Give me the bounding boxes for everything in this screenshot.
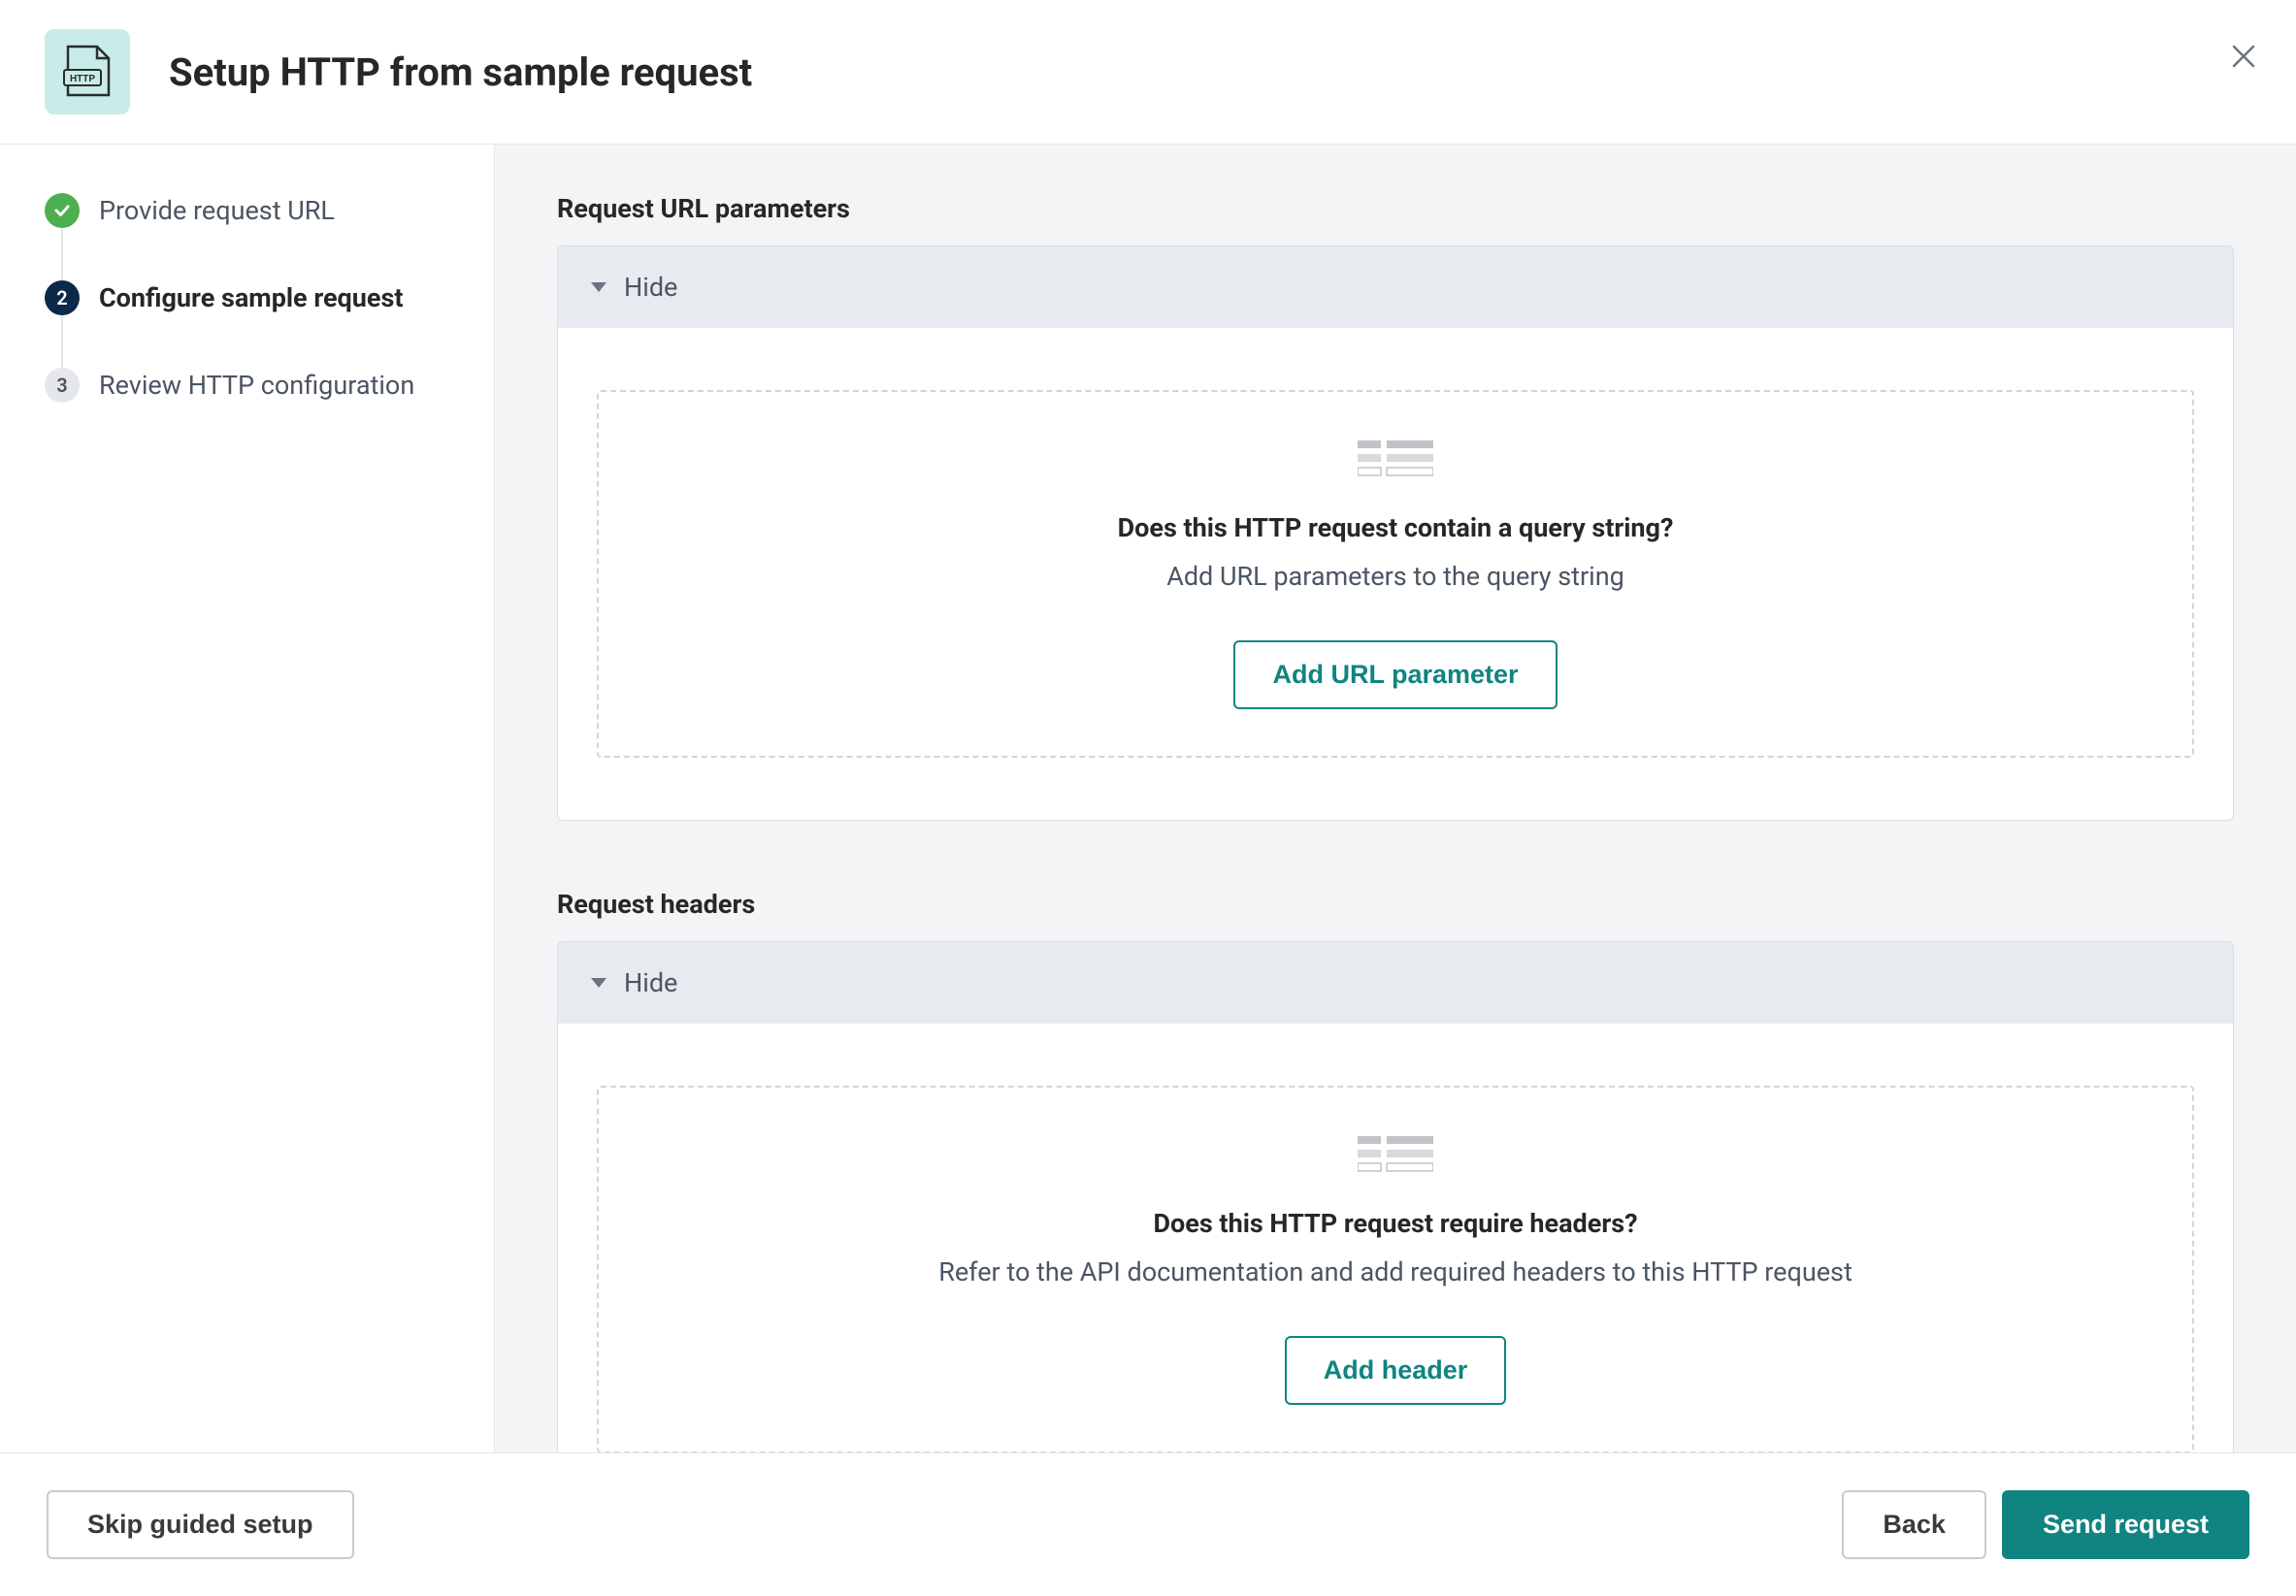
step-badge-active: 2	[45, 280, 80, 315]
step-review-http-configuration[interactable]: 3 Review HTTP configuration	[45, 368, 449, 403]
panel-toggle-label: Hide	[624, 272, 677, 303]
empty-heading: Does this HTTP request require headers?	[1153, 1208, 1637, 1239]
svg-text:HTTP: HTTP	[70, 74, 95, 84]
panel-toggle-label: Hide	[624, 967, 677, 998]
chevron-down-icon	[591, 978, 607, 988]
steps-sidebar: Provide request URL 2 Configure sample r…	[0, 145, 495, 1452]
http-file-svg: HTTP	[62, 45, 113, 99]
empty-heading: Does this HTTP request contain a query s…	[1118, 512, 1674, 543]
footer-right-group: Back Send request	[1842, 1490, 2249, 1559]
dialog-footer: Skip guided setup Back Send request	[0, 1452, 2296, 1596]
chevron-down-icon	[591, 282, 607, 292]
add-url-parameter-button[interactable]: Add URL parameter	[1233, 640, 1557, 709]
close-button[interactable]	[2230, 43, 2257, 70]
add-header-button[interactable]: Add header	[1285, 1336, 1507, 1405]
empty-state-headers: Does this HTTP request require headers? …	[597, 1086, 2194, 1452]
check-icon	[52, 201, 72, 220]
rows-icon	[1358, 1136, 1433, 1179]
close-icon	[2230, 43, 2257, 70]
panel-url-params: Hide Does this HTTP request contain a qu…	[557, 245, 2234, 821]
dialog-header: HTTP Setup HTTP from sample request	[0, 0, 2296, 145]
rows-icon	[1358, 440, 1433, 483]
dialog-body: Provide request URL 2 Configure sample r…	[0, 145, 2296, 1452]
empty-state-url-params: Does this HTTP request contain a query s…	[597, 390, 2194, 758]
http-file-icon: HTTP	[45, 29, 130, 114]
step-label: Provide request URL	[99, 195, 335, 226]
dialog-title: Setup HTTP from sample request	[169, 49, 752, 95]
panel-toggle-url-params[interactable]: Hide	[558, 246, 2233, 328]
step-badge-done	[45, 193, 80, 228]
panel-body-url-params: Does this HTTP request contain a query s…	[558, 328, 2233, 820]
step-connector	[61, 315, 63, 368]
step-provide-request-url[interactable]: Provide request URL	[45, 193, 449, 228]
section-title-url-params: Request URL parameters	[557, 193, 2234, 224]
empty-sub: Refer to the API documentation and add r…	[938, 1256, 1853, 1287]
panel-toggle-headers[interactable]: Hide	[558, 942, 2233, 1024]
skip-guided-setup-button[interactable]: Skip guided setup	[47, 1490, 354, 1559]
page-root: HTTP Setup HTTP from sample request Prov…	[0, 0, 2296, 1596]
panel-headers: Hide Does this HTTP request require head…	[557, 941, 2234, 1452]
empty-sub: Add URL parameters to the query string	[1166, 561, 1624, 592]
back-button[interactable]: Back	[1842, 1490, 1986, 1559]
step-configure-sample-request[interactable]: 2 Configure sample request	[45, 280, 449, 315]
step-label: Review HTTP configuration	[99, 370, 414, 401]
step-connector	[61, 228, 63, 280]
send-request-button[interactable]: Send request	[2002, 1490, 2249, 1559]
section-title-headers: Request headers	[557, 889, 2234, 920]
step-label: Configure sample request	[99, 282, 403, 313]
step-badge-pending: 3	[45, 368, 80, 403]
main-content: Request URL parameters Hide	[495, 145, 2296, 1452]
panel-body-headers: Does this HTTP request require headers? …	[558, 1024, 2233, 1452]
